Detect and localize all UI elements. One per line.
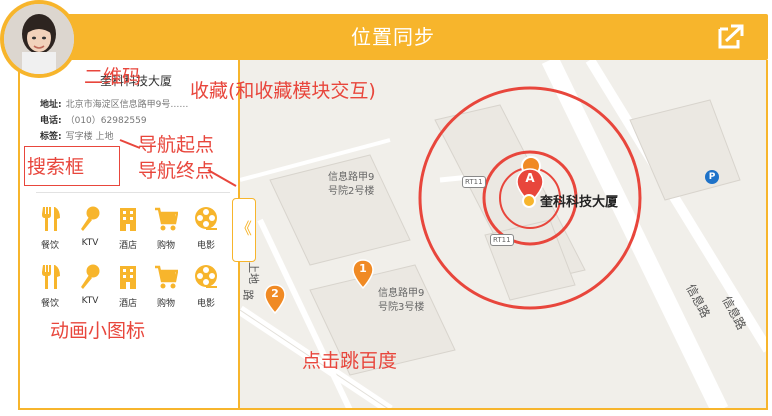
annotation-click-jump: 点击跳百度 <box>302 350 398 372</box>
phone-key: 电话: <box>40 116 62 126</box>
marker-2-label: 2 <box>271 287 279 300</box>
marker-2[interactable]: 2 <box>264 284 286 318</box>
star-icon <box>522 194 536 208</box>
film-reel-icon <box>195 265 217 288</box>
page-title: 位置同步 <box>351 25 435 49</box>
category-restaurant[interactable]: 餐饮 <box>32 206 68 251</box>
category-label: KTV <box>81 238 99 248</box>
category-restaurant[interactable]: 餐饮 <box>32 264 68 309</box>
category-shopping[interactable]: 购物 <box>148 264 184 309</box>
annotation-favorite: 收藏(和收藏模块交互) <box>190 80 376 102</box>
building-label: 信息路甲9 号院2号楼 <box>328 171 374 199</box>
annotation-nav-start: 导航起点 <box>138 134 215 156</box>
category-label: 购物 <box>156 241 175 251</box>
parking-icon: P <box>705 170 719 184</box>
collapse-sidebar-button[interactable]: 《 <box>232 198 256 262</box>
poi-address-row: 地址: 北京市海淀区信息路甲9号…… <box>40 97 188 110</box>
sidebar-divider <box>36 192 230 193</box>
building-label: 信息路甲9 号院3号楼 <box>378 287 424 315</box>
tag-key: 标签: <box>40 132 62 142</box>
poi-map-label[interactable]: 奎科科技大厦 <box>540 191 618 210</box>
restaurant-icon <box>42 265 60 289</box>
category-label: 酒店 <box>118 241 137 251</box>
restaurant-icon <box>42 207 60 231</box>
category-label: 电影 <box>196 241 215 251</box>
category-hotel[interactable]: 酒店 <box>110 206 146 251</box>
annotation-search: 搜索框 <box>27 156 85 178</box>
share-arrow-icon[interactable] <box>716 23 746 51</box>
category-label: 酒店 <box>118 299 137 309</box>
category-ktv[interactable]: KTV <box>72 206 108 248</box>
marker-1[interactable]: 1 <box>352 259 374 293</box>
category-ktv[interactable]: KTV <box>72 264 108 306</box>
avatar[interactable] <box>0 0 78 78</box>
category-label: 餐饮 <box>40 299 59 309</box>
poi-phone-row: 电话: （010）62982559 <box>40 113 147 126</box>
app-frame: 位置同步 奎科科技大厦 地址: 北京市海淀区信息路甲9号…… 电话: （010）… <box>0 0 772 416</box>
road-label: 路 <box>241 289 255 301</box>
microphone-icon <box>81 264 100 289</box>
building-label-line: 号院2号楼 <box>328 186 375 197</box>
hotel-icon <box>120 208 136 231</box>
road-sign: RT11 <box>490 234 514 246</box>
tag-value: 写字楼 上地 <box>65 132 114 142</box>
hotel-icon <box>120 266 136 289</box>
poi-tag-row: 标签: 写字楼 上地 <box>40 129 113 142</box>
shopping-cart-icon <box>155 207 178 231</box>
film-reel-icon <box>195 207 217 230</box>
shopping-cart-icon <box>155 265 178 289</box>
header-bar: 位置同步 <box>18 14 768 60</box>
address-key: 地址: <box>40 100 62 110</box>
category-shopping[interactable]: 购物 <box>148 206 184 251</box>
address-value: 北京市海淀区信息路甲9号…… <box>65 100 189 110</box>
annotation-nav-end: 导航终点 <box>138 160 215 182</box>
avatar-photo <box>4 4 74 74</box>
phone-value[interactable]: （010）62982559 <box>66 116 147 126</box>
marker-a-label: A <box>525 171 535 185</box>
category-label: 购物 <box>156 299 175 309</box>
building-label-line: 号院3号楼 <box>378 302 425 313</box>
road-sign: RT11 <box>462 176 486 188</box>
annotation-qr: 二维码 <box>84 66 142 88</box>
category-movie[interactable]: 电影 <box>188 264 224 309</box>
building-label-line: 信息路甲9 <box>328 172 375 183</box>
microphone-icon <box>81 206 100 231</box>
category-label: KTV <box>81 296 99 306</box>
category-label: 餐饮 <box>40 241 59 251</box>
category-hotel[interactable]: 酒店 <box>110 264 146 309</box>
annotation-anim-icons: 动画小图标 <box>50 320 146 342</box>
road-label: 上地 <box>247 262 260 284</box>
category-label: 电影 <box>196 299 215 309</box>
building-label-line: 信息路甲9 <box>378 288 425 299</box>
marker-1-label: 1 <box>359 262 367 275</box>
category-movie[interactable]: 电影 <box>188 206 224 251</box>
